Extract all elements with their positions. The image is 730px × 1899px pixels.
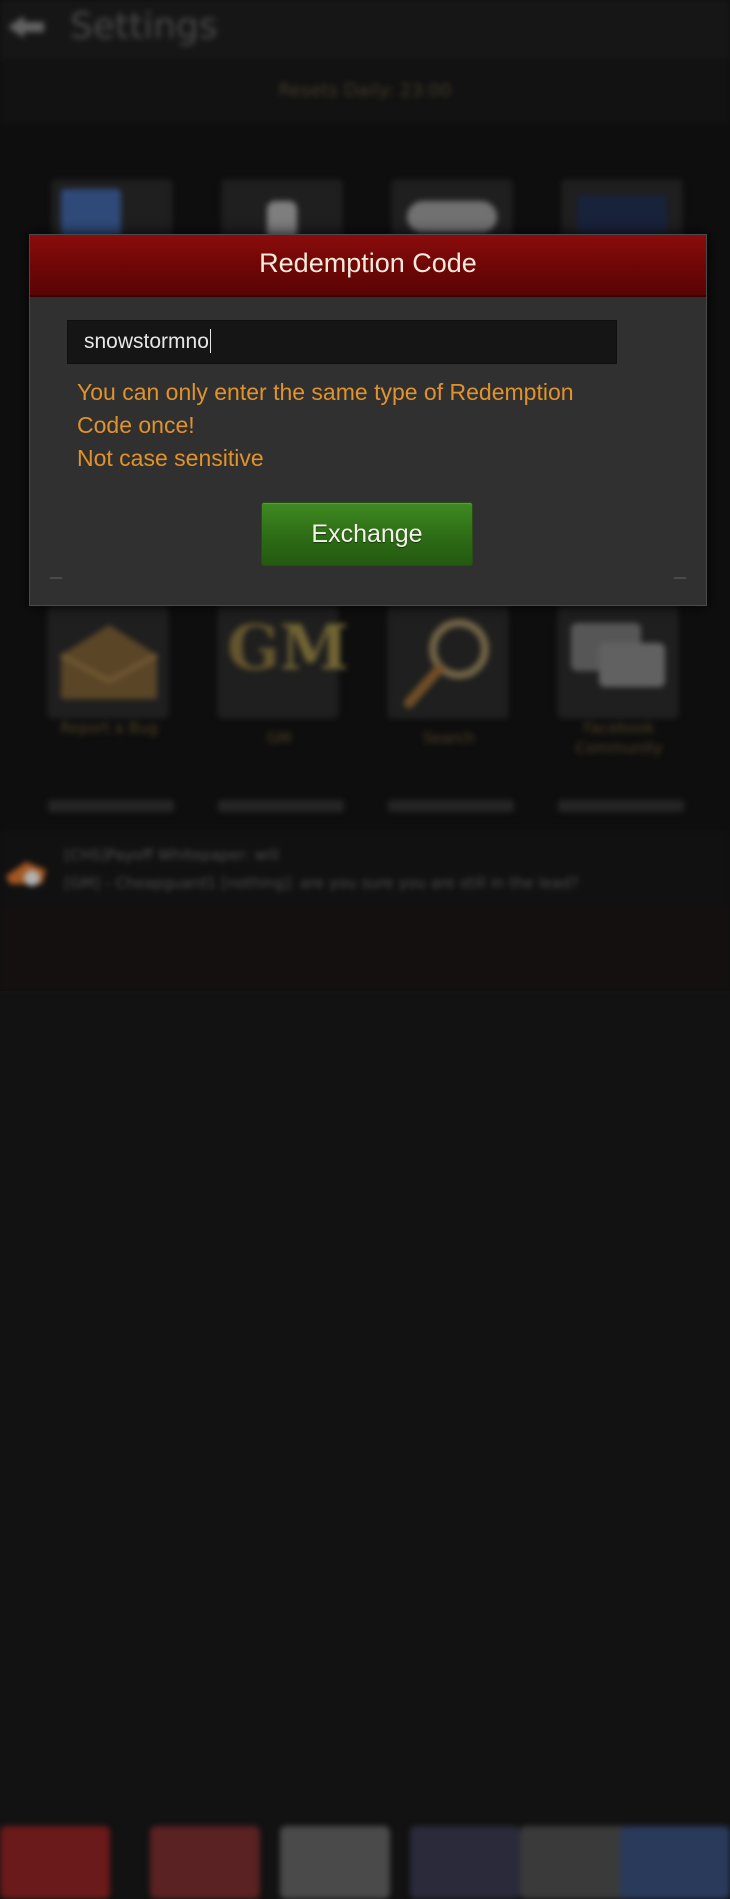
dialog-header: Redemption Code	[30, 235, 706, 297]
hero-portrait[interactable]	[520, 1826, 630, 1899]
corner-ornament	[674, 577, 686, 579]
hero-portrait[interactable]	[620, 1826, 730, 1899]
notice-line-2: Code once!	[77, 412, 195, 438]
corner-ornament	[50, 577, 62, 579]
hero-portrait[interactable]	[0, 1826, 110, 1899]
notice-line-1: You can only enter the same type of Rede…	[77, 379, 574, 405]
hero-portrait[interactable]	[410, 1826, 520, 1899]
hero-portrait[interactable]	[150, 1826, 260, 1899]
redemption-code-input[interactable]: snowstormno	[67, 320, 617, 364]
redemption-code-dialog: Redemption Code snowstormno You can only…	[29, 234, 707, 606]
hero-portrait[interactable]	[280, 1826, 390, 1899]
exchange-label: Exchange	[311, 520, 423, 548]
text-caret	[209, 329, 211, 353]
input-value: snowstormno	[84, 330, 209, 353]
exchange-button[interactable]: Exchange	[261, 502, 473, 566]
notice-line-3: Not case sensitive	[77, 445, 264, 471]
dialog-title: Redemption Code	[259, 248, 477, 278]
